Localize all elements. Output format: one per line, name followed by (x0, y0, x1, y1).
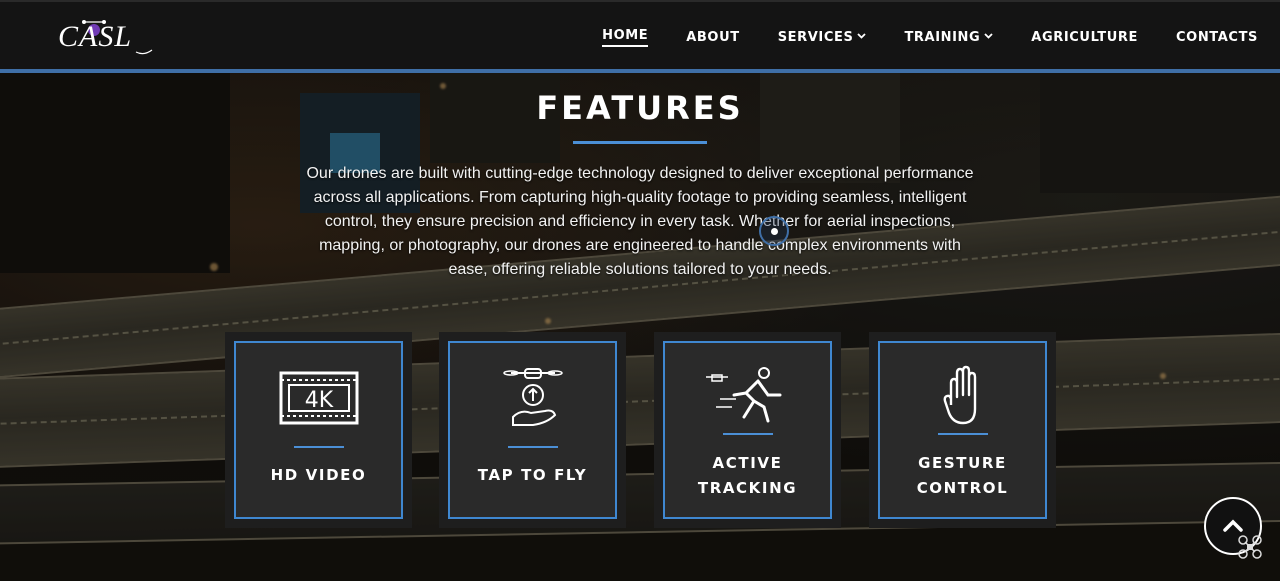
gesture-hand-icon (880, 365, 1045, 431)
card-divider (508, 446, 558, 448)
nav-about-label: ABOUT (686, 29, 740, 45)
card-label-line: CONTROL (916, 479, 1009, 497)
card-divider (723, 433, 773, 435)
card-label: HD VIDEO (236, 463, 401, 488)
nav-training[interactable]: TRAINING (904, 30, 993, 45)
4k-video-icon: 4K (236, 365, 401, 431)
tap-to-fly-icon (450, 365, 615, 431)
card-label-line: HD VIDEO (270, 466, 367, 484)
nav-agriculture[interactable]: AGRICULTURE (1031, 30, 1138, 45)
icon-4k-text: 4K (304, 388, 333, 413)
chevron-down-icon (857, 33, 867, 39)
feature-card-active-tracking[interactable]: ACTIVE TRACKING (654, 332, 841, 528)
feature-card-hd-video[interactable]: 4K HD VIDEO (225, 332, 412, 528)
card-label-line: TAP TO FLY (477, 466, 588, 484)
nav-about[interactable]: ABOUT (686, 30, 739, 45)
card-label: GESTURE CONTROL (880, 451, 1045, 501)
logo-text: CASL (58, 20, 133, 53)
card-divider (938, 433, 988, 435)
site-header: CASL HOME ABOUT SERVICES TRAINING AGRICU… (0, 0, 1280, 70)
drone-icon[interactable] (1237, 534, 1263, 560)
nav-contacts[interactable]: CONTACTS (1176, 30, 1258, 45)
features-description: Our drones are built with cutting-edge t… (306, 165, 974, 278)
nav-services[interactable]: SERVICES (778, 30, 867, 45)
mouse-cursor-indicator (759, 216, 789, 246)
card-label: TAP TO FLY (450, 463, 615, 488)
features-title: FEATURES (536, 89, 744, 127)
title-underline (573, 141, 707, 144)
nav-services-label: SERVICES (777, 29, 854, 45)
nav-contacts-label: CONTACTS (1176, 29, 1258, 45)
chevron-down-icon (984, 33, 993, 39)
feature-card-tap-to-fly[interactable]: TAP TO FLY (439, 332, 626, 528)
nav-home[interactable]: HOME (602, 27, 649, 47)
card-label-line: GESTURE (918, 454, 1007, 472)
card-label: ACTIVE TRACKING (665, 451, 830, 501)
feature-card-gesture-control[interactable]: GESTURE CONTROL (869, 332, 1056, 528)
chevron-up-icon (1223, 519, 1243, 532)
card-label-line: ACTIVE (712, 454, 783, 472)
nav-home-label: HOME (602, 27, 649, 43)
card-label-line: TRACKING (697, 479, 798, 497)
nav-agriculture-label: AGRICULTURE (1031, 29, 1139, 45)
site-logo[interactable]: CASL (58, 14, 158, 62)
card-divider (294, 446, 344, 448)
main-nav: HOME ABOUT SERVICES TRAINING AGRICULTURE… (602, 2, 1258, 72)
nav-training-label: TRAINING (904, 29, 981, 45)
active-tracking-icon (665, 365, 830, 431)
hero-background (0, 73, 1280, 581)
